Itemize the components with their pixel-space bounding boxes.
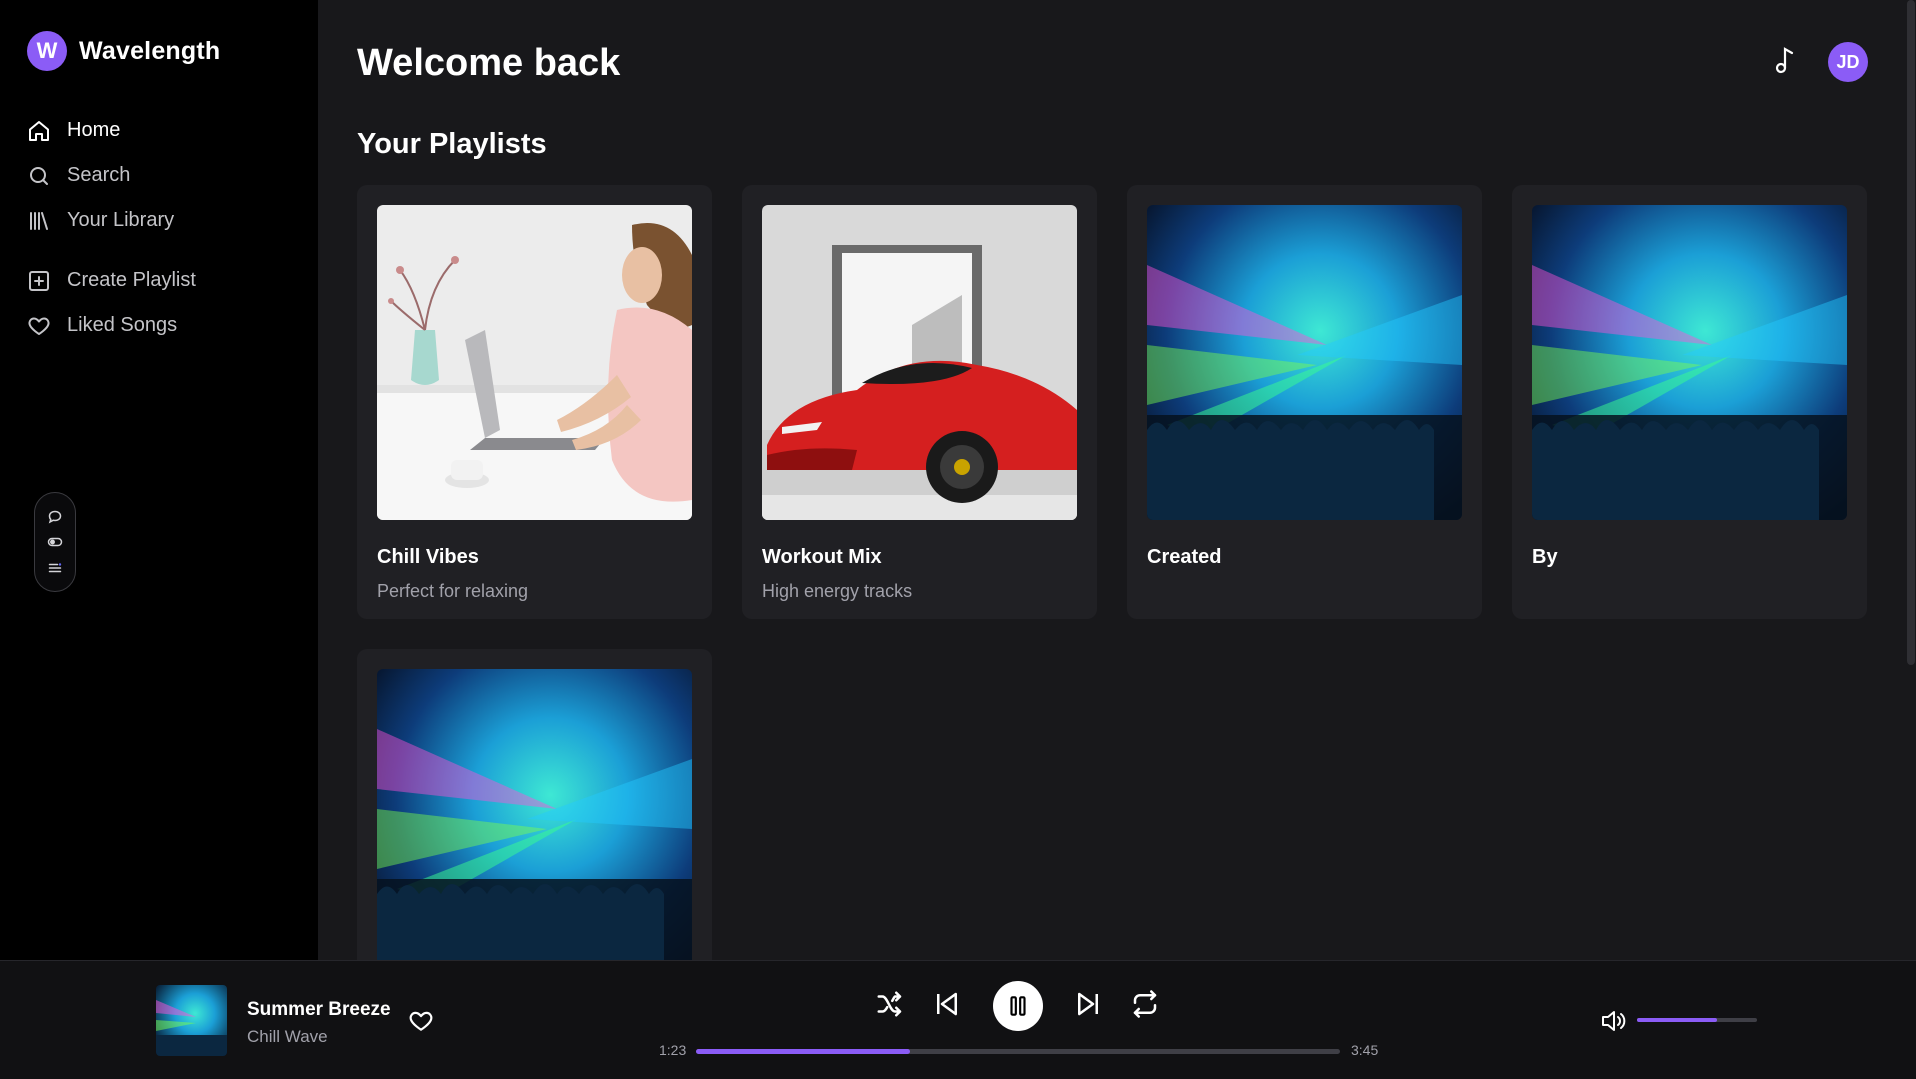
next-button[interactable] [1073, 989, 1103, 1019]
sidebar-item-search[interactable]: Search [27, 153, 297, 198]
music-note-icon[interactable] [1770, 44, 1802, 81]
heart-icon[interactable] [408, 1008, 434, 1034]
playlist-cover-image [762, 205, 1077, 520]
playlist-card[interactable]: Created [1127, 185, 1482, 619]
sidebar-item-label: Home [67, 119, 121, 141]
playlist-title: By [1532, 546, 1558, 568]
brand-name: Wavelength [79, 36, 221, 65]
progress-fill [696, 1049, 911, 1054]
sidebar-item-create-playlist[interactable]: Create Playlist [27, 258, 297, 303]
progress-bar[interactable] [696, 1049, 1340, 1054]
playlist-cover-image [377, 205, 692, 520]
now-playing-title[interactable]: Summer Breeze [247, 999, 391, 1021]
brand[interactable]: W Wavelength [27, 31, 220, 71]
playlist-cover-image [377, 669, 692, 960]
volume-icon[interactable] [1600, 1008, 1628, 1034]
sidebar-item-label: Search [67, 164, 131, 186]
sidebar-item-home[interactable]: Home [27, 108, 297, 153]
page-title: Welcome back [357, 42, 621, 84]
playlist-cover-image [1147, 205, 1462, 520]
playlist-card[interactable]: Chill Vibes Perfect for relaxing [357, 185, 712, 619]
total-time: 3:45 [1351, 1042, 1379, 1058]
current-time: 1:23 [659, 1042, 687, 1058]
sidebar-nav: Home Search Your Library Create Playlist… [27, 108, 297, 348]
list-icon[interactable] [47, 560, 63, 576]
playlist-card[interactable]: Workout Mix High energy tracks [742, 185, 1097, 619]
playback-controls [870, 981, 1170, 1031]
repeat-icon [1133, 990, 1157, 1018]
repeat-button[interactable] [1130, 989, 1160, 1019]
playlist-cover-image [1532, 205, 1847, 520]
brand-logo: W [27, 31, 67, 71]
previous-button[interactable] [932, 989, 962, 1019]
section-title: Your Playlists [357, 128, 547, 160]
playlist-subtitle: Perfect for relaxing [377, 581, 529, 601]
heart-icon [28, 317, 50, 335]
sidebar-item-label: Your Library [67, 209, 175, 231]
pause-icon [1010, 996, 1026, 1016]
playlist-title: Created [1147, 546, 1222, 568]
skip-back-icon [937, 992, 957, 1016]
header-actions: JD [1770, 42, 1868, 82]
user-avatar[interactable]: JD [1828, 42, 1868, 82]
playlist-card[interactable] [357, 649, 712, 960]
main-content: Welcome back JD Your Playlists Chill Vib… [318, 0, 1916, 960]
sidebar-item-label: Liked Songs [67, 314, 178, 336]
sidebar-item-liked-songs[interactable]: Liked Songs [27, 303, 297, 348]
playlist-grid: Chill Vibes Perfect for relaxing Workout… [357, 185, 1867, 960]
plus-square-icon [29, 270, 49, 291]
playlist-card[interactable]: By [1512, 185, 1867, 619]
now-playing-cover[interactable] [156, 985, 227, 1056]
now-playing-artist[interactable]: Chill Wave [247, 1027, 328, 1047]
volume-slider[interactable] [1637, 1018, 1757, 1022]
player-bar: Summer Breeze Chill Wave [0, 960, 1916, 1079]
skip-forward-icon [1078, 992, 1098, 1016]
chat-bubble-icon[interactable] [47, 509, 63, 525]
playlist-subtitle: High energy tracks [762, 581, 913, 601]
search-icon [30, 166, 48, 185]
scrollbar[interactable] [1906, 0, 1916, 665]
app-window: W Wavelength Home Search Your Library Cr… [0, 0, 1916, 1079]
volume-fill [1637, 1018, 1718, 1022]
shuffle-icon [877, 991, 902, 1017]
toggle-icon[interactable] [47, 534, 63, 550]
home-icon [29, 120, 49, 141]
playlist-title: Chill Vibes [377, 546, 479, 568]
scrollbar-thumb[interactable] [1907, 0, 1915, 665]
mini-tool-rail [34, 492, 76, 592]
sidebar-item-label: Create Playlist [67, 269, 196, 291]
shuffle-button[interactable] [875, 989, 905, 1019]
sidebar-item-library[interactable]: Your Library [27, 198, 297, 243]
sidebar: W Wavelength Home Search Your Library Cr… [0, 0, 318, 960]
pause-button[interactable] [993, 981, 1043, 1031]
library-icon [30, 211, 48, 230]
playlist-title: Workout Mix [762, 546, 882, 568]
